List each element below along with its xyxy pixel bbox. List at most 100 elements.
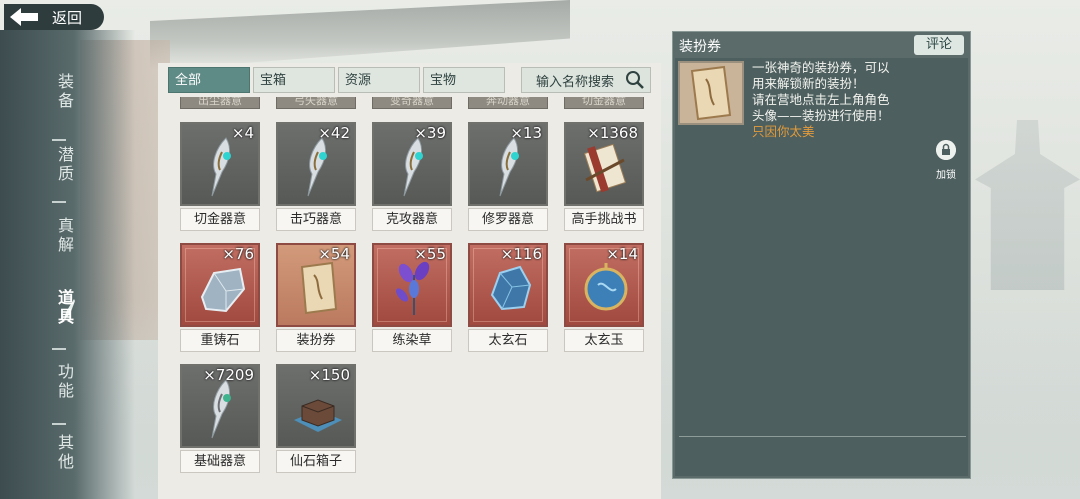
item-detail-panel: 装扮券 评论 一张神奇的装扮券，可以 用来解锁新的装扮！ 请在营地点击左上角角色… bbox=[672, 31, 971, 479]
item-name: 练染草 bbox=[372, 329, 452, 352]
item-name: 击巧器意 bbox=[276, 208, 356, 231]
description-line: 用来解锁新的装扮！ bbox=[752, 76, 865, 91]
spirit-blade-icon bbox=[307, 137, 327, 197]
inventory-item[interactable]: ×150 仙石箱子 bbox=[276, 364, 356, 473]
back-label: 返回 bbox=[52, 8, 83, 27]
category-tabs: 全部 宝箱 资源 宝物 bbox=[168, 67, 505, 95]
detail-divider bbox=[679, 436, 966, 437]
spirit-blade-icon bbox=[403, 137, 423, 197]
item-frame: ×55 bbox=[372, 243, 452, 327]
lock-icon bbox=[936, 140, 956, 160]
inventory-item[interactable]: ×42 击巧器意 bbox=[276, 122, 356, 231]
nav-item-props[interactable]: 道具 bbox=[54, 288, 78, 326]
background-roof bbox=[150, 0, 570, 70]
item-count: ×7209 bbox=[203, 366, 254, 384]
left-nav: 装备 潜质 真解 道具 功能 其他 bbox=[0, 30, 135, 499]
item-name: 基础器意 bbox=[180, 450, 260, 473]
description-line: 头像——装扮进行使用！ bbox=[752, 108, 890, 123]
nav-item-potential[interactable]: 潜质 bbox=[54, 145, 78, 183]
item-frame: ×116 bbox=[468, 243, 548, 327]
item-frame: ×76 bbox=[180, 243, 260, 327]
item-name: 太玄石 bbox=[468, 329, 548, 352]
comment-button[interactable]: 评论 bbox=[914, 35, 964, 55]
item-count: ×55 bbox=[414, 245, 446, 263]
partial-item-label[interactable]: 弓矢器意 bbox=[276, 97, 356, 109]
inventory-item[interactable]: ×14 太玄玉 bbox=[564, 243, 644, 352]
item-frame: ×39 bbox=[372, 122, 452, 206]
nav-divider bbox=[52, 423, 66, 425]
item-count: ×4 bbox=[231, 124, 254, 142]
item-count: ×1368 bbox=[587, 124, 638, 142]
flavor-text: 只因你太美 bbox=[752, 124, 815, 139]
search-icon[interactable] bbox=[625, 70, 645, 90]
nav-divider bbox=[52, 139, 66, 141]
partial-item-label[interactable]: 切金器意 bbox=[564, 97, 644, 109]
detail-description: 一张神奇的装扮券，可以 用来解锁新的装扮！ 请在营地点击左上角角色 头像——装扮… bbox=[752, 60, 917, 140]
detail-item-thumbnail bbox=[678, 61, 744, 125]
stone-chest-icon bbox=[294, 399, 342, 432]
description-line: 请在营地点击左上角角色 bbox=[752, 92, 890, 107]
item-frame: ×150 bbox=[276, 364, 356, 448]
inventory-item[interactable]: ×4 切金器意 bbox=[180, 122, 260, 231]
item-count: ×14 bbox=[606, 245, 638, 263]
spirit-blade-icon bbox=[499, 137, 519, 197]
costume-ticket-icon bbox=[300, 261, 338, 315]
item-grid: 出尘器意 弓矢器意 变奇器意 奔动器意 切金器意 ×4 切金器意 ×42 击巧器… bbox=[158, 97, 661, 499]
inventory-item[interactable]: ×54 装扮券 bbox=[276, 243, 356, 352]
item-count: ×42 bbox=[318, 124, 350, 142]
partial-item-label[interactable]: 变奇器意 bbox=[372, 97, 452, 109]
taixuan-jade-icon bbox=[584, 263, 628, 311]
item-count: ×13 bbox=[510, 124, 542, 142]
back-button[interactable]: 返回 bbox=[4, 4, 104, 30]
partial-item-label[interactable]: 出尘器意 bbox=[180, 97, 260, 109]
item-name: 切金器意 bbox=[180, 208, 260, 231]
item-name: 克攻器意 bbox=[372, 208, 452, 231]
spirit-blade-icon bbox=[211, 137, 231, 197]
taixuan-stone-icon bbox=[490, 265, 532, 311]
item-frame: ×4 bbox=[180, 122, 260, 206]
lock-label: 加锁 bbox=[936, 170, 956, 181]
item-count: ×54 bbox=[318, 245, 350, 263]
inventory-item[interactable]: ×39 克攻器意 bbox=[372, 122, 452, 231]
item-name: 重铸石 bbox=[180, 329, 260, 352]
detail-body: 一张神奇的装扮券，可以 用来解锁新的装扮！ 请在营地点击左上角角色 头像——装扮… bbox=[675, 58, 968, 476]
tab-treasure[interactable]: 宝物 bbox=[423, 67, 505, 93]
inventory-item[interactable]: ×116 太玄石 bbox=[468, 243, 548, 352]
item-count: ×76 bbox=[222, 245, 254, 263]
partial-row: 出尘器意 弓矢器意 变奇器意 奔动器意 切金器意 bbox=[180, 97, 644, 109]
item-frame: ×1368 bbox=[564, 122, 644, 206]
inventory-item[interactable]: ×1368 高手挑战书 bbox=[564, 122, 644, 231]
item-name: 修罗器意 bbox=[468, 208, 548, 231]
search-placeholder: 输入名称搜索 bbox=[536, 74, 615, 90]
nav-divider bbox=[52, 348, 66, 350]
inventory-item[interactable]: ×13 修罗器意 bbox=[468, 122, 548, 231]
search-input[interactable]: 输入名称搜索 bbox=[521, 67, 651, 93]
reforge-stone-icon bbox=[200, 267, 246, 313]
inventory-item[interactable]: ×76 重铸石 bbox=[180, 243, 260, 352]
item-frame: ×7209 bbox=[180, 364, 260, 448]
nav-item-other[interactable]: 其他 bbox=[54, 433, 78, 471]
back-arrow-icon bbox=[10, 8, 38, 26]
item-count: ×150 bbox=[308, 366, 350, 384]
item-frame: ×13 bbox=[468, 122, 548, 206]
nav-item-equipment[interactable]: 装备 bbox=[54, 72, 78, 110]
tab-chest[interactable]: 宝箱 bbox=[253, 67, 335, 93]
detail-title: 装扮券 bbox=[679, 39, 721, 55]
nav-divider bbox=[52, 201, 66, 203]
item-count: ×39 bbox=[414, 124, 446, 142]
costume-ticket-icon bbox=[690, 65, 732, 121]
inventory-item[interactable]: ×7209 基础器意 bbox=[180, 364, 260, 473]
dye-herb-icon bbox=[396, 261, 430, 315]
item-count: ×116 bbox=[500, 245, 542, 263]
tab-all[interactable]: 全部 bbox=[168, 67, 250, 93]
lock-button[interactable]: 加锁 bbox=[935, 140, 957, 181]
nav-item-true-solution[interactable]: 真解 bbox=[54, 216, 78, 254]
item-name: 装扮券 bbox=[276, 329, 356, 352]
inventory-panel: 全部 宝箱 资源 宝物 输入名称搜索 出尘器意 弓矢器意 变奇器意 奔动器意 切… bbox=[158, 63, 661, 499]
tab-resource[interactable]: 资源 bbox=[338, 67, 420, 93]
inventory-item[interactable]: ×55 练染草 bbox=[372, 243, 452, 352]
nav-item-function[interactable]: 功能 bbox=[54, 362, 78, 400]
item-name: 高手挑战书 bbox=[564, 208, 644, 231]
partial-item-label[interactable]: 奔动器意 bbox=[468, 97, 548, 109]
background-pagoda bbox=[975, 120, 1080, 290]
